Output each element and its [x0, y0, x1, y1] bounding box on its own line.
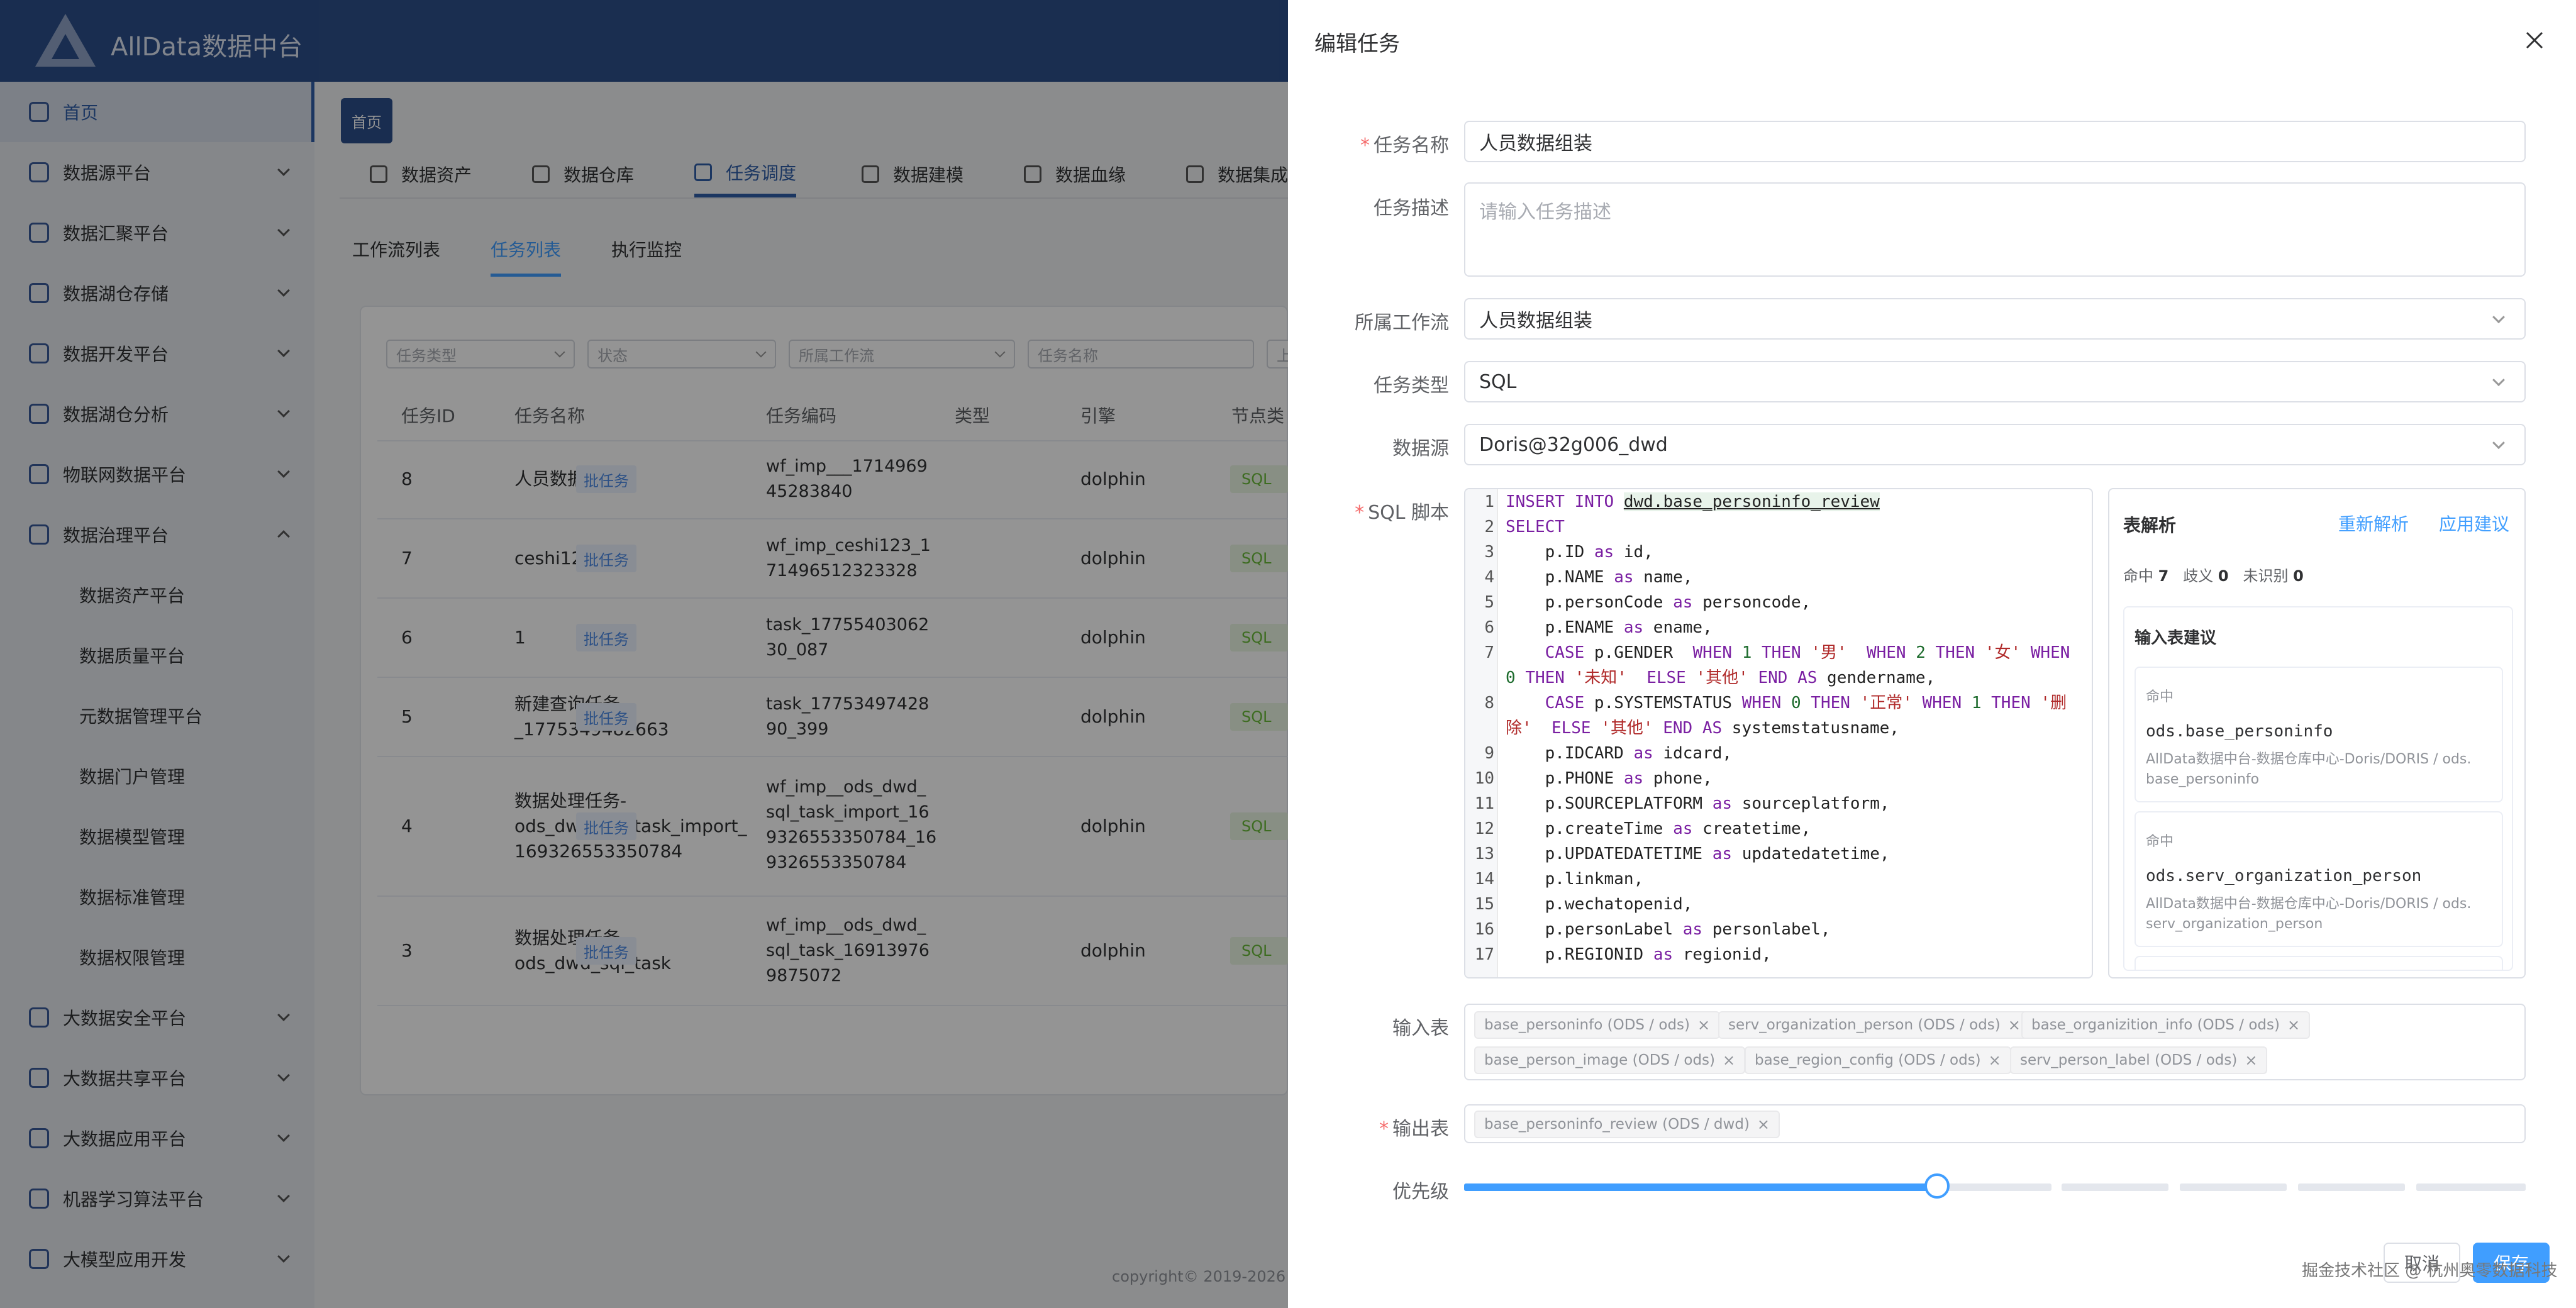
chevron-down-icon	[2492, 436, 2505, 450]
task-desc-textarea[interactable]: 请输入任务描述	[1464, 182, 2526, 277]
code-line: INSERT INTO dwd.base_personinfo_review	[1506, 492, 1880, 511]
table-parse-panel: 表解析 重新解析 应用建议 命中 7 歧义 0 未识别 0 输入表建议 命中 o…	[2108, 488, 2526, 978]
code-line: p.NAME as name,	[1506, 568, 1693, 587]
output-table-select[interactable]: base_personinfo_review (ODS / dwd) ×	[1464, 1104, 2526, 1143]
code-line: 除' ELSE '其他' END AS systemstatusname,	[1506, 719, 1899, 738]
input-table-chip: serv_person_label (ODS / ods) ×	[2010, 1046, 2268, 1074]
workflow-select[interactable]: 人员数据组装	[1464, 298, 2526, 340]
task-type-select[interactable]: SQL	[1464, 361, 2526, 402]
close-icon[interactable]: ×	[1757, 1116, 1770, 1133]
sql-editor[interactable]: 1 2 3 4 5 6 7 8 9 10 11 12 13 14 15 16 1…	[1464, 488, 2093, 978]
code-line: p.REGIONID as regionid,	[1506, 945, 1772, 964]
reparse-link[interactable]: 重新解析	[2338, 511, 2409, 536]
input-table-chip: base_person_image (ODS / ods) ×	[1474, 1046, 1746, 1074]
drawer-title: 编辑任务	[1314, 31, 1400, 57]
datasource-select[interactable]: Doris@32g006_dwd	[1464, 424, 2526, 465]
slider-step	[2062, 1183, 2168, 1191]
input-table-chip: serv_organization_person (ODS / ods) ×	[1718, 1011, 2031, 1039]
close-icon[interactable]: ×	[2287, 1016, 2300, 1034]
code-line: p.PHONE as phone,	[1506, 769, 1713, 788]
close-icon[interactable]: ×	[1989, 1051, 2001, 1069]
label-workflow: 所属工作流	[1355, 312, 1449, 334]
suggestion-card[interactable]	[2135, 956, 2503, 970]
task-name-input[interactable]: 人员数据组装	[1464, 121, 2526, 162]
code-line: p.wechatopenid,	[1506, 895, 1693, 914]
priority-slider[interactable]	[1464, 1183, 2526, 1191]
close-icon[interactable]: ×	[1697, 1016, 1710, 1034]
input-suggestions: 输入表建议 命中 ods.base_personinfo AllData数据中台…	[2123, 606, 2513, 971]
code-line: p.SOURCEPLATFORM as sourceplatform,	[1506, 794, 1890, 813]
apply-suggest-link[interactable]: 应用建议	[2439, 511, 2509, 536]
slider-step	[2416, 1183, 2526, 1191]
suggestion-card[interactable]: 命中 ods.serv_organization_person AllData数…	[2135, 811, 2503, 947]
label-priority: 优先级	[1392, 1181, 1449, 1203]
close-icon[interactable]: ×	[1723, 1051, 1735, 1069]
slider-step	[1945, 1183, 2051, 1191]
label-task-type: 任务类型	[1374, 375, 1449, 397]
label-datasource: 数据源	[1392, 438, 1449, 460]
output-table-chip: base_personinfo_review (ODS / dwd) ×	[1474, 1111, 1780, 1138]
watermark: 掘金技术社区 @ 杭州奥零数据科技	[2302, 1261, 2558, 1280]
code-line: p.ID as id,	[1506, 543, 1653, 562]
code-line: p.IDCARD as idcard,	[1506, 744, 1733, 763]
code-line: p.personLabel as personlabel,	[1506, 920, 1831, 939]
chevron-down-icon	[2492, 374, 2505, 387]
input-table-chip: base_personinfo (ODS / ods) ×	[1474, 1011, 1721, 1039]
input-table-chip: base_organizition_info (ODS / ods) ×	[2021, 1011, 2311, 1039]
close-icon[interactable]	[2522, 28, 2547, 53]
slider-fill	[1464, 1183, 1932, 1191]
code-line: p.UPDATEDATETIME as updatedatetime,	[1506, 845, 1890, 863]
code-line: p.createTime as createtime,	[1506, 819, 1811, 838]
code-line: p.linkman,	[1506, 870, 1644, 889]
slider-handle[interactable]	[1924, 1173, 1950, 1199]
slider-step	[2298, 1183, 2405, 1191]
label-input-tables: 输入表	[1392, 1017, 1449, 1039]
code-line: p.personCode as personcode,	[1506, 593, 1811, 612]
modal-overlay[interactable]	[0, 0, 1288, 1308]
parse-stats: 命中 7 歧义 0 未识别 0	[2123, 567, 2304, 585]
close-icon[interactable]: ×	[2245, 1051, 2257, 1069]
code-line: SELECT	[1506, 518, 1565, 536]
code-line: p.ENAME as ename,	[1506, 618, 1713, 637]
label-task-name: * 任务名称	[1360, 135, 1449, 157]
input-table-chip: base_region_config (ODS / ods) ×	[1745, 1046, 2011, 1074]
suggestion-card[interactable]: 命中 ods.base_personinfo AllData数据中台-数据仓库中…	[2135, 667, 2503, 802]
code-line: CASE p.SYSTEMSTATUS WHEN 0 THEN '正常' WHE…	[1545, 694, 2067, 712]
code-line: 0 THEN '未知' ELSE '其他' END AS gendername,	[1506, 668, 1936, 687]
chevron-down-icon	[2492, 311, 2505, 324]
label-output-table: * 输出表	[1379, 1118, 1449, 1140]
label-sql: * SQL 脚本	[1355, 502, 1449, 524]
panel-title: 表解析	[2123, 515, 2177, 536]
slider-step	[2180, 1183, 2287, 1191]
label-task-desc: 任务描述	[1374, 197, 1449, 219]
code-line: CASE p.GENDER WHEN 1 THEN '男' WHEN 2 THE…	[1545, 643, 2070, 662]
close-icon[interactable]: ×	[2008, 1016, 2021, 1034]
input-tables-select[interactable]: base_personinfo (ODS / ods) × serv_organi…	[1464, 1004, 2526, 1080]
